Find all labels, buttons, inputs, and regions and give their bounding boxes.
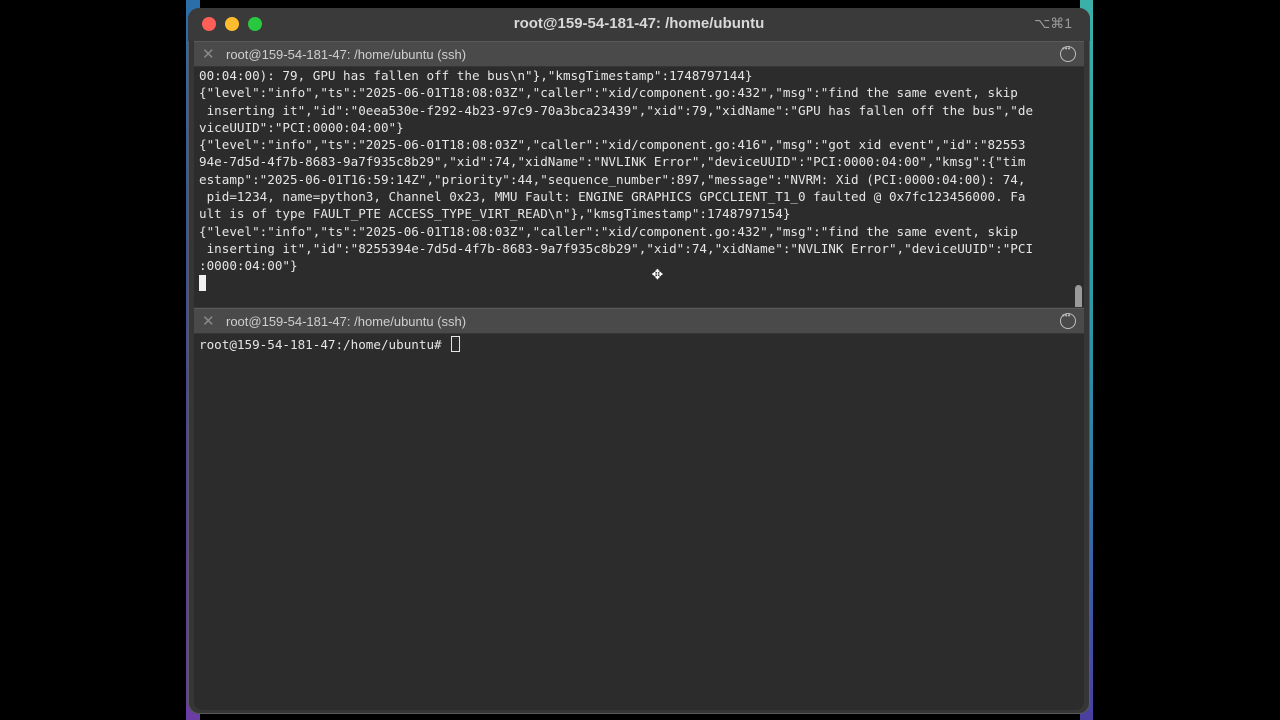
pane-options-icon[interactable] — [1060, 44, 1076, 62]
shell-prompt-line[interactable]: root@159-54-181-47:/home/ubuntu# — [199, 336, 1084, 353]
terminal-output-line: {"level":"info","ts":"2025-06-01T18:08:0… — [199, 223, 1018, 239]
terminal-output-line: {"level":"info","ts":"2025-06-01T18:08:0… — [199, 85, 1018, 101]
terminal-output: 00:04:00): 79, GPU has fallen off the bu… — [199, 67, 1084, 275]
terminal-output-line: ult is of type FAULT_PTE ACCESS_TYPE_VIR… — [199, 206, 791, 222]
close-pane-icon[interactable]: ✕ — [202, 312, 215, 330]
terminal-output-line: viceUUID":"PCI:0000:04:00"} — [199, 119, 404, 135]
terminal-output-line: inserting it","id":"0eea530e-f292-4b23-9… — [199, 102, 1034, 118]
terminal-window: root@159-54-181-47: /home/ubuntu ⌥⌘1 ✕ r… — [188, 8, 1090, 714]
terminal-output-line: inserting it","id":"8255394e-7d5d-4f7b-8… — [199, 240, 1034, 256]
terminal-output-line: {"level":"info","ts":"2025-06-01T18:08:0… — [199, 137, 1026, 153]
shell-prompt: root@159-54-181-47:/home/ubuntu# — [199, 337, 442, 352]
window-title: root@159-54-181-47: /home/ubuntu — [513, 15, 765, 32]
bottom-pane-title: root@159-54-181-47: /home/ubuntu (ssh) — [226, 314, 467, 329]
move-cursor-icon: ✥ — [652, 263, 663, 284]
terminal-output-line: pid=1234, name=python3, Channel 0x23, MM… — [199, 189, 1026, 205]
terminal-cursor — [199, 274, 206, 291]
top-pane-tab[interactable]: ✕ root@159-54-181-47: /home/ubuntu (ssh) — [194, 41, 1084, 66]
terminal-output-line: :0000:04:00"} — [199, 258, 298, 274]
terminal-output-line: 94e-7d5d-4f7b-8683-9a7f935c8b29","xid":7… — [199, 154, 1026, 170]
pane-options-icon[interactable] — [1060, 311, 1076, 329]
close-pane-icon[interactable]: ✕ — [202, 45, 215, 63]
scrollbar-thumb[interactable] — [1075, 285, 1082, 307]
terminal-output-line: estamp":"2025-06-01T16:59:14Z","priority… — [199, 171, 1026, 187]
window-shortcut-label: ⌥⌘1 — [1034, 15, 1072, 31]
bottom-terminal-pane[interactable]: root@159-54-181-47:/home/ubuntu# — [194, 334, 1084, 710]
top-terminal-pane[interactable]: 00:04:00): 79, GPU has fallen off the bu… — [194, 67, 1084, 307]
top-pane-title: root@159-54-181-47: /home/ubuntu (ssh) — [226, 47, 467, 62]
bottom-pane-tab[interactable]: ✕ root@159-54-181-47: /home/ubuntu (ssh) — [194, 308, 1084, 333]
window-titlebar[interactable]: root@159-54-181-47: /home/ubuntu ⌥⌘1 — [188, 8, 1090, 41]
terminal-output-line: 00:04:00): 79, GPU has fallen off the bu… — [199, 68, 753, 83]
terminal-cursor — [451, 336, 461, 352]
